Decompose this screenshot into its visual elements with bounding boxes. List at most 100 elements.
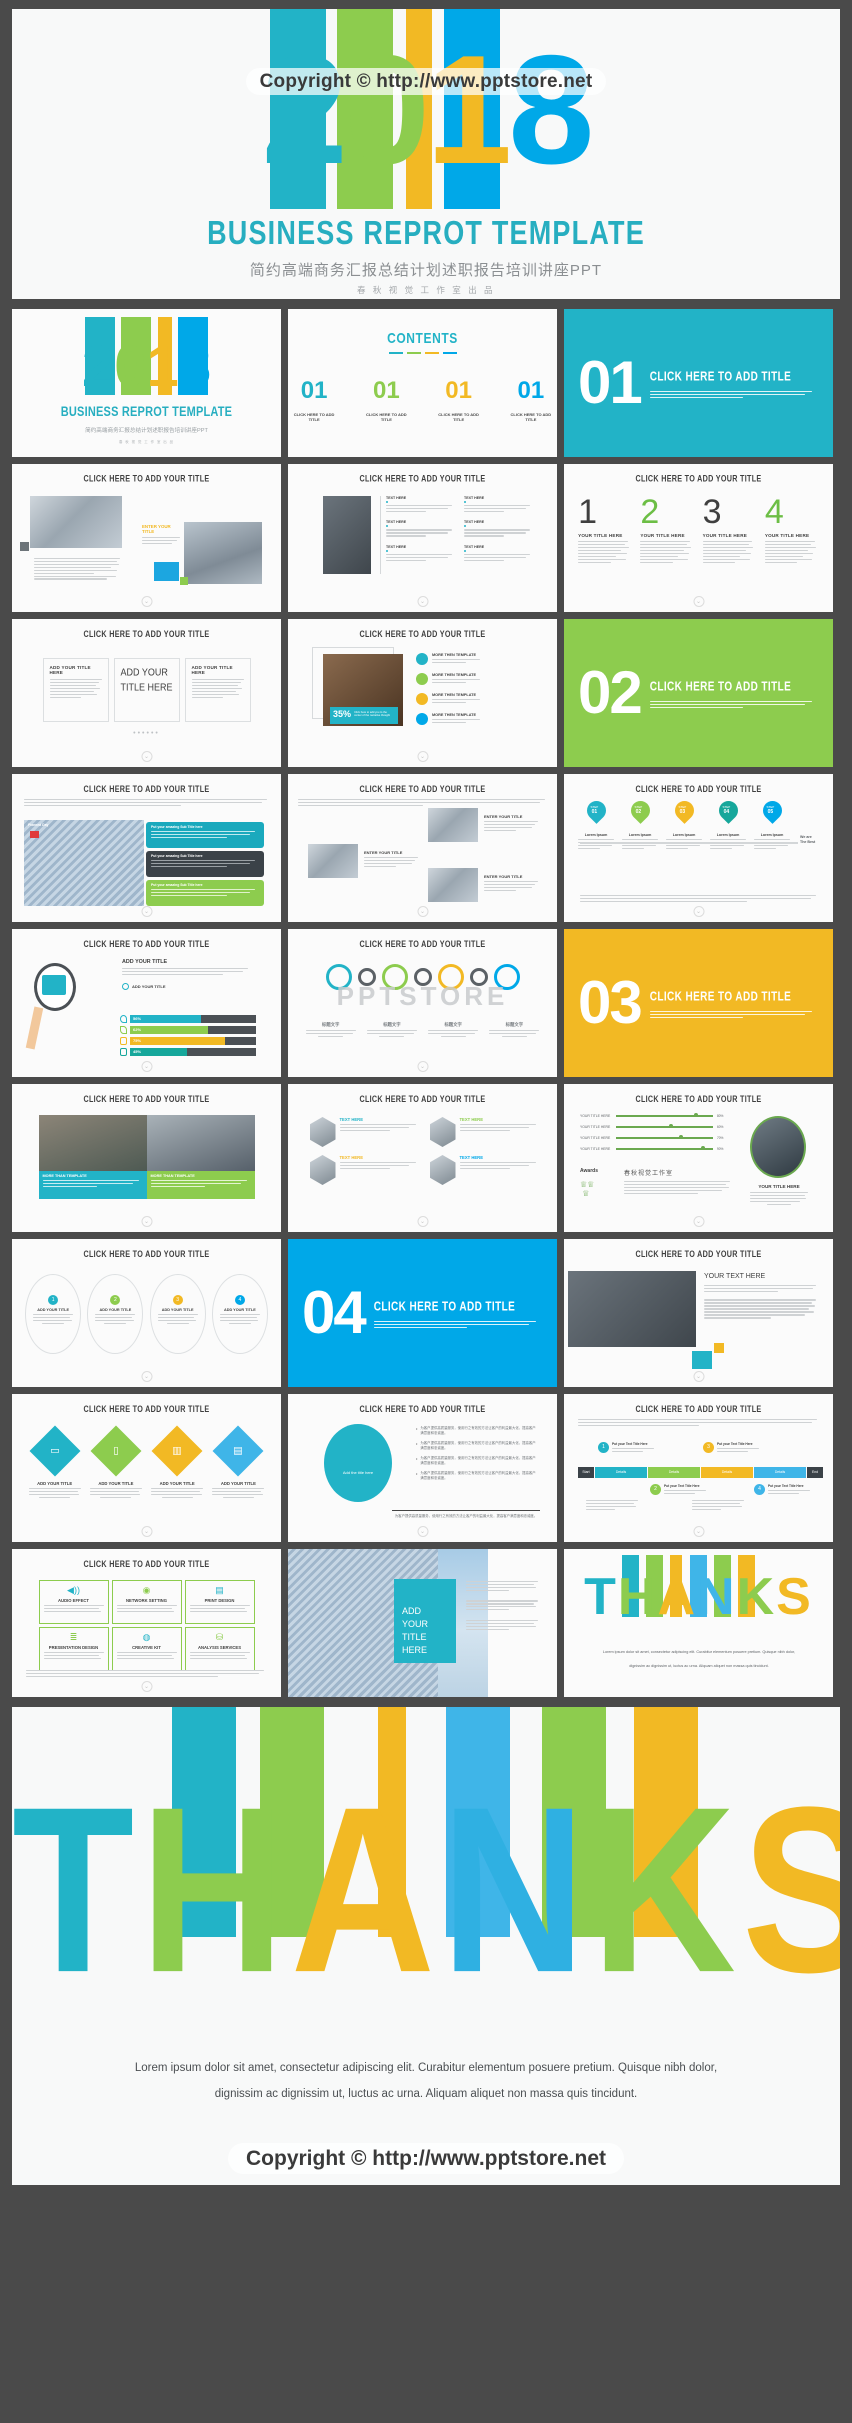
thumb-section-04[interactable]: 04 CLICK HERE TO ADD TITLE — [288, 1239, 557, 1387]
panel-title-text: ADD YOUR TITLE HERE — [402, 1606, 429, 1655]
thumb-image-text[interactable]: CLICK HERE TO ADD YOUR TITLE ENTER YOUR … — [12, 464, 281, 612]
oval-item-2[interactable]: 2 ADD YOUR TITLE — [87, 1274, 144, 1354]
thanks-desc-line2: dignissim ac dignissim ut, luctus ac urn… — [214, 2088, 638, 2100]
thumb-six-services[interactable]: CLICK HERE TO ADD YOUR TITLE ◀)) AUDIO E… — [12, 1549, 281, 1697]
number-label: YOUR TITLE HERE — [640, 533, 685, 538]
thumb-cover-title: BUSINESS REPROT TEMPLATE — [60, 404, 233, 420]
slider-label: YOUR TITLE HERE — [580, 1114, 611, 1118]
intro-text — [564, 1413, 833, 1426]
service-card-5[interactable]: ◍ CREATIVE KIT — [111, 1627, 182, 1671]
hero-digit-1: 0 — [343, 23, 430, 196]
thumb-two-photos[interactable]: CLICK HERE TO ADD YOUR TITLE MORE THAN T… — [12, 1084, 281, 1232]
service-name: PRINT DESIGN — [204, 1598, 235, 1603]
marker-number: 2 — [650, 1484, 661, 1495]
contents-item-4[interactable]: 01 CLICK HERE TO ADD TITLE — [505, 378, 557, 422]
thumb-section-01[interactable]: 01 CLICK HERE TO ADD TITLE — [564, 309, 833, 457]
service-card-3[interactable]: ▤ PRINT DESIGN — [184, 1580, 255, 1624]
next-chevron-icon[interactable]: ⌄ — [417, 751, 428, 762]
diamond-item-2[interactable]: ▯ ADD YOUR TITLE — [89, 1425, 142, 1500]
step-label: Lorem Ipsum — [760, 833, 784, 837]
next-chevron-icon[interactable]: ⌄ — [141, 1526, 152, 1537]
next-chevron-icon[interactable]: ⌄ — [417, 1216, 428, 1227]
hero-year: 2018 — [12, 27, 840, 192]
diamond-item-4[interactable]: ▤ ADD YOUR TITLE — [212, 1425, 265, 1500]
next-chevron-icon[interactable]: ⌄ — [417, 906, 428, 917]
thumb-timeline[interactable]: CLICK HERE TO ADD YOUR TITLE We are The B… — [564, 774, 833, 922]
thumb-photo-stat[interactable]: CLICK HERE TO ADD YOUR TITLE 35% Click h… — [288, 619, 557, 767]
service-card-6[interactable]: ⛁ ANALYSIS SERVICES — [184, 1627, 255, 1671]
step-label: Lorem Ipsum — [716, 833, 740, 837]
thanks-word: THANKS — [12, 1766, 840, 2014]
service-card-2[interactable]: ◉ NETWORK SETTING — [111, 1580, 182, 1624]
oval-item-4[interactable]: 4 ADD YOUR TITLE — [211, 1274, 268, 1354]
diamond-item-3[interactable]: ▥ ADD YOUR TITLE — [151, 1425, 204, 1500]
next-chevron-icon[interactable]: ⌄ — [693, 1526, 704, 1537]
slide-title: CLICK HERE TO ADD YOUR TITLE — [635, 782, 762, 795]
contents-item-1[interactable]: 01 CLICK HERE TO ADD TITLE — [288, 378, 340, 422]
section-heading: ADD YOUR TITLE — [122, 959, 168, 965]
database-icon: ⛁ — [215, 1632, 224, 1642]
thumb-contents[interactable]: CONTENTS 01 CLICK HERE TO ADD TITLE 01 C… — [288, 309, 557, 457]
next-chevron-icon[interactable]: ⌄ — [693, 596, 704, 607]
thumb-magnifier-bars[interactable]: CLICK HERE TO ADD YOUR TITLE ADD YOUR TI… — [12, 929, 281, 1077]
thumb-process-flow[interactable]: CLICK HERE TO ADD YOUR TITLE Start Detai… — [564, 1394, 833, 1542]
slider-row-1[interactable]: YOUR TITLE HERE 80% — [580, 1113, 730, 1118]
next-chevron-icon[interactable]: ⌄ — [141, 1371, 152, 1382]
thumb-two-col-list[interactable]: CLICK HERE TO ADD YOUR TITLE TEXT HERE T… — [288, 464, 557, 612]
next-chevron-icon[interactable]: ⌄ — [417, 1526, 428, 1537]
thumb-three-cards[interactable]: CLICK HERE TO ADD YOUR TITLE ADD YOUR TI… — [12, 619, 281, 767]
big-number: 1 — [578, 493, 598, 531]
next-chevron-icon[interactable]: ⌄ — [141, 596, 152, 607]
next-chevron-icon[interactable]: ⌄ — [417, 1061, 428, 1072]
oval-item-1[interactable]: 1 ADD YOUR TITLE — [25, 1274, 82, 1354]
thumb-gears[interactable]: CLICK HERE TO ADD YOUR TITLE PPTSTORE 标题… — [288, 929, 557, 1077]
next-chevron-icon[interactable]: ⌄ — [141, 751, 152, 762]
thumb-building-panel[interactable]: ADD YOUR TITLE HERE — [288, 1549, 557, 1697]
hex-item-3: TEXT HERE — [309, 1155, 416, 1185]
contents-item-2[interactable]: 01 CLICK HERE TO ADD TITLE — [360, 378, 412, 422]
hex-item-2: TEXT HERE — [429, 1117, 536, 1147]
next-chevron-icon[interactable]: ⌄ — [693, 906, 704, 917]
next-chevron-icon[interactable]: ⌄ — [141, 1061, 152, 1072]
next-chevron-icon[interactable]: ⌄ — [693, 1216, 704, 1227]
next-chevron-icon[interactable]: ⌄ — [693, 1371, 704, 1382]
thumb-hex-four[interactable]: CLICK HERE TO ADD YOUR TITLE TEXT HERE T… — [288, 1084, 557, 1232]
slider-value: 90% — [717, 1147, 724, 1151]
slider-row-2[interactable]: YOUR TITLE HERE 60% — [580, 1124, 730, 1129]
service-card-1[interactable]: ◀)) AUDIO EFFECT — [38, 1580, 109, 1624]
card-center[interactable]: ADD YOUR TITLE HERE — [113, 658, 180, 722]
card-title: ADD YOUR TITLE HERE — [191, 665, 233, 675]
thumb-device-grid[interactable]: CLICK HERE TO ADD YOUR TITLE ENTER YOUR … — [288, 774, 557, 922]
next-chevron-icon[interactable]: ⌄ — [141, 906, 152, 917]
thumb-laptop-text[interactable]: CLICK HERE TO ADD YOUR TITLE YOUR TEXT H… — [564, 1239, 833, 1387]
card-left[interactable]: ADD YOUR TITLE HERE — [42, 658, 109, 722]
next-chevron-icon[interactable]: ⌄ — [141, 1216, 152, 1227]
service-card-4[interactable]: ≣ PRESENTATION DESIGN — [38, 1627, 109, 1671]
progress-value: 45% — [133, 1049, 142, 1054]
thumb-cover[interactable]: 2018 BUSINESS REPROT TEMPLATE 简约高端商务汇报总结… — [12, 309, 281, 457]
thumb-thanks-slide[interactable]: THANKS Lorem ipsum dolor sit amet, conse… — [564, 1549, 833, 1697]
thumb-circle-bullets[interactable]: CLICK HERE TO ADD YOUR TITLE Add the tit… — [288, 1394, 557, 1542]
next-chevron-icon[interactable]: ⌄ — [417, 596, 428, 607]
slider-row-4[interactable]: YOUR TITLE HERE 90% — [580, 1146, 730, 1151]
entry-1: ENTER YOUR TITLE — [364, 850, 418, 869]
thumb-sliders-awards[interactable]: CLICK HERE TO ADD YOUR TITLE YOUR TITLE … — [564, 1084, 833, 1232]
slider-value: 70% — [717, 1136, 724, 1140]
next-chevron-icon[interactable]: ⌄ — [141, 1681, 152, 1692]
card-right[interactable]: ADD YOUR TITLE HERE — [184, 658, 251, 722]
thumb-section-03[interactable]: 03 CLICK HERE TO ADD TITLE — [564, 929, 833, 1077]
footer-text — [580, 893, 818, 904]
diamond-item-1[interactable]: ▭ ADD YOUR TITLE — [28, 1425, 81, 1500]
thumb-oval-four[interactable]: CLICK HERE TO ADD YOUR TITLE 1 ADD YOUR … — [12, 1239, 281, 1387]
contents-item-3[interactable]: 01 CLICK HERE TO ADD TITLE — [433, 378, 485, 422]
thumb-section-02[interactable]: 02 CLICK HERE TO ADD TITLE — [564, 619, 833, 767]
thumb-numbers[interactable]: CLICK HERE TO ADD YOUR TITLE 1 YOUR TITL… — [564, 464, 833, 612]
hex-label: TEXT HERE — [339, 1117, 364, 1122]
oval-item-3[interactable]: 3 ADD YOUR TITLE — [149, 1274, 206, 1354]
hex-item-4: TEXT HERE — [429, 1155, 536, 1185]
footer-text — [26, 1668, 266, 1679]
slider-row-3[interactable]: YOUR TITLE HERE 70% — [580, 1135, 730, 1140]
slide-title: CLICK HERE TO ADD YOUR TITLE — [83, 782, 210, 795]
thumb-photo-3bars[interactable]: CLICK HERE TO ADD YOUR TITLE Planned Day… — [12, 774, 281, 922]
thumb-diamonds[interactable]: CLICK HERE TO ADD YOUR TITLE ▭ ADD YOUR … — [12, 1394, 281, 1542]
